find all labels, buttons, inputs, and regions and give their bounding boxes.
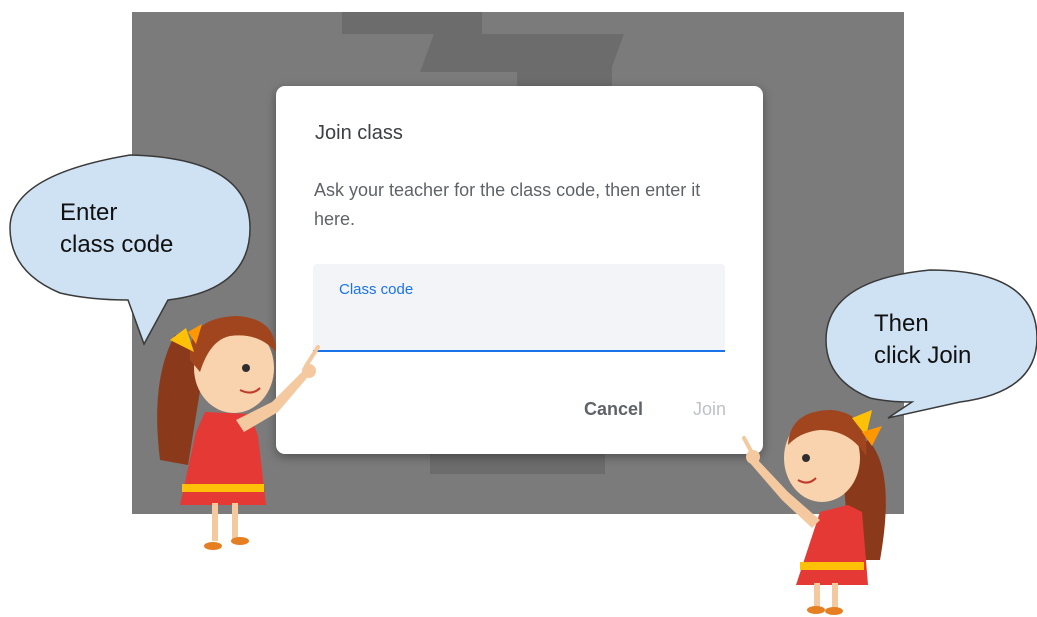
callout-right-line2: click Join bbox=[874, 342, 972, 369]
girl-illustration-right-icon bbox=[742, 410, 886, 615]
callout-left-text: Enter class code bbox=[60, 197, 173, 261]
callout-left-line2: class code bbox=[60, 231, 174, 258]
callout-right-text: Then click Join bbox=[874, 308, 971, 372]
callout-left-line1: Enter bbox=[60, 199, 118, 226]
callout-right-line1: Then bbox=[874, 310, 929, 337]
girl-illustration-left-icon bbox=[157, 316, 320, 550]
